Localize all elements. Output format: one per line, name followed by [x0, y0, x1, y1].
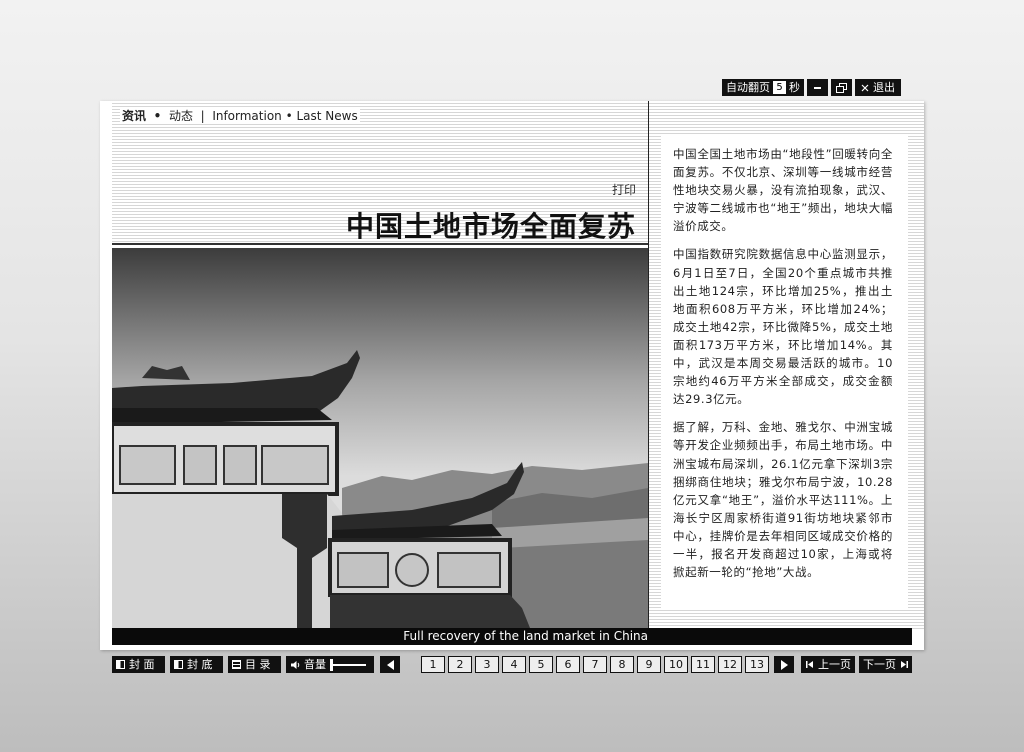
volume-slider[interactable] — [330, 658, 366, 671]
next-arrow-icon — [901, 661, 908, 668]
next-page-label: 下一页 — [863, 658, 896, 671]
volume-knob[interactable] — [330, 658, 333, 671]
next-page-button[interactable]: 下一页 — [859, 656, 912, 673]
article-photo — [112, 248, 648, 628]
print-button[interactable]: 打印 — [612, 178, 643, 200]
exit-button[interactable]: 退出 — [855, 79, 901, 96]
volume-label: 音量 — [304, 658, 326, 671]
toc-button[interactable]: 目 录 — [228, 656, 281, 673]
page-number-button[interactable]: 9 — [637, 656, 661, 673]
page-number-button[interactable]: 2 — [448, 656, 472, 673]
page-number-button[interactable]: 1 — [421, 656, 445, 673]
front-cover-button[interactable]: 封 面 — [112, 656, 165, 673]
arrow-right-icon — [780, 659, 788, 670]
page-number-button[interactable]: 12 — [718, 656, 742, 673]
section-breadcrumb: 资讯 • 动态 | Information • Last News — [120, 107, 360, 124]
page-number-button[interactable]: 3 — [475, 656, 499, 673]
minimize-button[interactable] — [807, 79, 828, 96]
list-icon — [232, 660, 241, 669]
right-page: 中国全国土地市场由“地段性”回暖转向全面复苏。不仅北京、深圳等一线城市经营性地块… — [649, 101, 924, 629]
nav-dot: • — [153, 109, 162, 123]
chinese-architecture-image — [112, 248, 648, 628]
article-paragraph: 中国指数研究院数据信息中心监测显示，6月1日至7日，全国20个重点城市共推出土地… — [673, 247, 893, 407]
nav-english: Information • Last News — [212, 109, 358, 123]
back-cover-icon — [174, 660, 183, 669]
article-body: 中国全国土地市场由“地段性”回暖转向全面复苏。不仅北京、深圳等一线城市经营性地块… — [673, 145, 893, 591]
toc-label: 目 录 — [245, 658, 271, 671]
pages-scroll-left-button[interactable] — [380, 656, 400, 673]
restore-button[interactable] — [831, 79, 852, 96]
page-number-button[interactable]: 13 — [745, 656, 769, 673]
close-icon — [861, 84, 869, 91]
left-page: 资讯 • 动态 | Information • Last News 打印 中国土… — [100, 101, 648, 650]
exit-label: 退出 — [873, 81, 895, 94]
article-title: 中国土地市场全面复苏 — [345, 210, 636, 243]
nav-updates: 动态 — [168, 109, 193, 123]
page-number-button[interactable]: 8 — [610, 656, 634, 673]
page-number-button[interactable]: 7 — [583, 656, 607, 673]
page-number-button[interactable]: 10 — [664, 656, 688, 673]
nav-news: 资讯 — [122, 109, 147, 123]
window-restore-icon — [836, 82, 847, 93]
page-number-button[interactable]: 4 — [502, 656, 526, 673]
nav-separator: | — [200, 109, 205, 123]
autoflip-seconds-input[interactable]: 5 — [773, 81, 786, 94]
pages-scroll-right-button[interactable] — [774, 656, 794, 673]
speaker-icon — [291, 660, 300, 669]
caption-bar: Full recovery of the land market in Chin… — [112, 628, 912, 645]
prev-page-label: 上一页 — [818, 658, 851, 671]
photo-caption: Full recovery of the land market in Chin… — [403, 629, 648, 643]
prev-page-button[interactable]: 上一页 — [801, 656, 855, 673]
back-cover-label: 封 底 — [187, 658, 213, 671]
title-divider — [112, 243, 648, 245]
prev-arrow-icon — [806, 661, 813, 668]
arrow-left-icon — [386, 659, 394, 670]
seconds-unit: 秒 — [789, 81, 800, 94]
article-paragraph: 据了解，万科、金地、雅戈尔、中洲宝城等开发企业频频出手，布局土地市场。中洲宝城布… — [673, 420, 893, 580]
article-paragraph: 中国全国土地市场由“地段性”回暖转向全面复苏。不仅北京、深圳等一线城市经营性地块… — [673, 147, 893, 234]
back-cover-button[interactable]: 封 底 — [170, 656, 223, 673]
page-number-button[interactable]: 6 — [556, 656, 580, 673]
bottom-toolbar: 封 面 封 底 目 录 音量 1 2 3 4 5 6 7 8 9 10 11 12 13 上一页 下一页 — [112, 656, 912, 673]
page-number-button[interactable]: 5 — [529, 656, 553, 673]
autoflip-label: 自动翻页 — [726, 81, 770, 94]
front-cover-icon — [116, 660, 125, 669]
minimize-icon — [814, 87, 821, 89]
front-cover-label: 封 面 — [129, 658, 155, 671]
page-number-button[interactable]: 11 — [691, 656, 715, 673]
magazine-book: 资讯 • 动态 | Information • Last News 打印 中国土… — [100, 101, 924, 650]
top-toolbar: 自动翻页 5 秒 退出 — [722, 79, 901, 96]
volume-control[interactable]: 音量 — [286, 656, 374, 673]
autoflip-control[interactable]: 自动翻页 5 秒 — [722, 79, 804, 96]
